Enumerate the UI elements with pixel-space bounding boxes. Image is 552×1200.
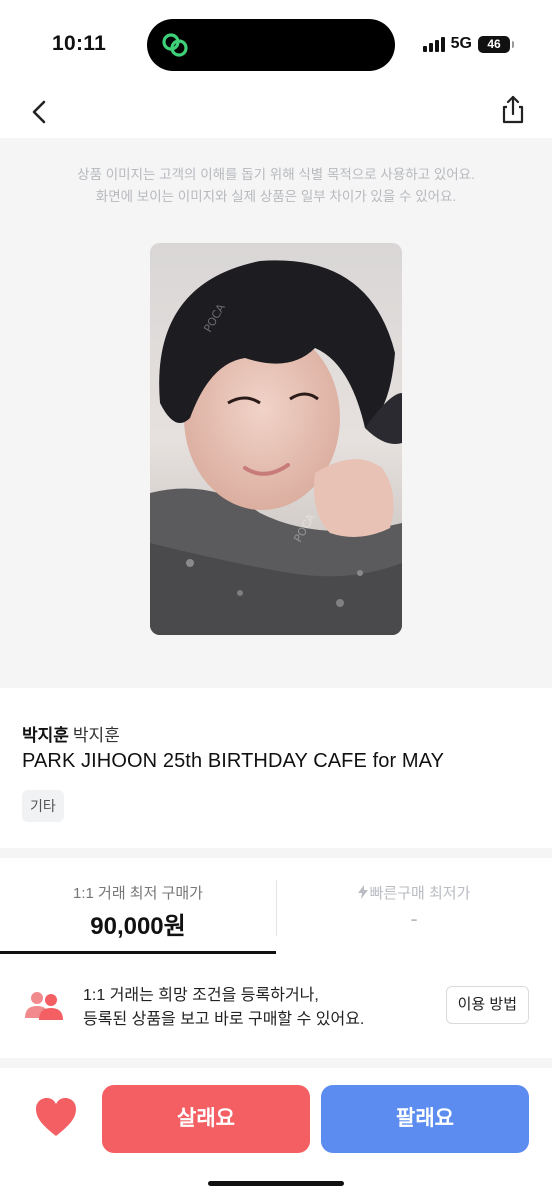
section-divider bbox=[0, 848, 552, 858]
home-indicator bbox=[208, 1181, 344, 1186]
share-icon[interactable] bbox=[498, 92, 528, 128]
product-info: 박지훈 박지훈 PARK JIHOON 25th BIRTHDAY CAFE fo… bbox=[0, 688, 552, 848]
guide-line1: 1:1 거래는 희망 조건을 등록하거나, bbox=[83, 987, 319, 1004]
guide-text: 1:1 거래는 희망 조건을 등록하거나, 등록된 상품을 보고 바로 구매할 … bbox=[83, 984, 364, 1032]
image-notice-line2: 화면에 보이는 이미지와 실제 상품은 일부 차이가 있을 수 있어요. bbox=[95, 189, 457, 204]
network-label: 5G bbox=[450, 35, 472, 52]
how-to-use-button[interactable]: 이용 방법 bbox=[445, 986, 529, 1024]
lightning-icon bbox=[357, 885, 368, 899]
heart-icon[interactable] bbox=[34, 1096, 78, 1138]
top-nav bbox=[0, 88, 552, 136]
product-photo[interactable]: POCA POCA bbox=[150, 243, 402, 635]
artist-name: 박지훈 bbox=[72, 726, 120, 745]
dynamic-island bbox=[147, 19, 395, 71]
status-time: 10:11 bbox=[52, 32, 107, 55]
chevron-left-icon[interactable] bbox=[24, 94, 54, 130]
artist-line: 박지훈 박지훈 bbox=[22, 721, 120, 746]
signal-icon bbox=[422, 36, 445, 52]
product-title: PARK JIHOON 25th BIRTHDAY CAFE for MAY bbox=[22, 750, 445, 772]
product-image-area: 상품 이미지는 고객의 이해를 돕기 위해 식별 목적으로 사용하고 있어요. … bbox=[0, 138, 552, 688]
tab-direct-trade[interactable]: 1:1 거래 최저 구매가 90,000원 bbox=[0, 858, 276, 954]
quick-buy-price: - bbox=[410, 906, 418, 931]
artist-bold[interactable]: 박지훈 bbox=[22, 726, 69, 745]
status-indicators: 5G 46 bbox=[422, 35, 514, 53]
price-tabs: 1:1 거래 최저 구매가 90,000원 빠른구매 최저가 - bbox=[0, 858, 552, 954]
link-icon bbox=[162, 33, 188, 57]
status-bar: 10:11 5G 46 bbox=[0, 0, 552, 88]
sell-button[interactable]: 팔래요 bbox=[321, 1085, 529, 1153]
section-divider bbox=[0, 1058, 552, 1068]
direct-trade-label: 1:1 거래 최저 구매가 bbox=[73, 885, 203, 902]
photocard-image: POCA POCA bbox=[150, 243, 402, 635]
guide-line2: 등록된 상품을 보고 바로 구매할 수 있어요. bbox=[83, 1011, 365, 1028]
image-notice: 상품 이미지는 고객의 이해를 돕기 위해 식별 목적으로 사용하고 있어요. … bbox=[0, 164, 552, 208]
category-tag[interactable]: 기타 bbox=[22, 790, 64, 822]
users-icon bbox=[25, 992, 63, 1020]
trade-guide: 1:1 거래는 희망 조건을 등록하거나, 등록된 상품을 보고 바로 구매할 … bbox=[0, 954, 552, 1058]
buy-button[interactable]: 살래요 bbox=[102, 1085, 310, 1153]
battery-icon: 46 bbox=[478, 35, 514, 53]
quick-buy-label: 빠른구매 최저가 bbox=[369, 885, 471, 902]
tab-quick-buy[interactable]: 빠른구매 최저가 - bbox=[276, 858, 552, 954]
direct-trade-price: 90,000원 bbox=[90, 913, 186, 940]
image-notice-line1: 상품 이미지는 고객의 이해를 돕기 위해 식별 목적으로 사용하고 있어요. bbox=[77, 167, 475, 182]
bottom-action-bar: 살래요 팔래요 bbox=[0, 1068, 552, 1200]
